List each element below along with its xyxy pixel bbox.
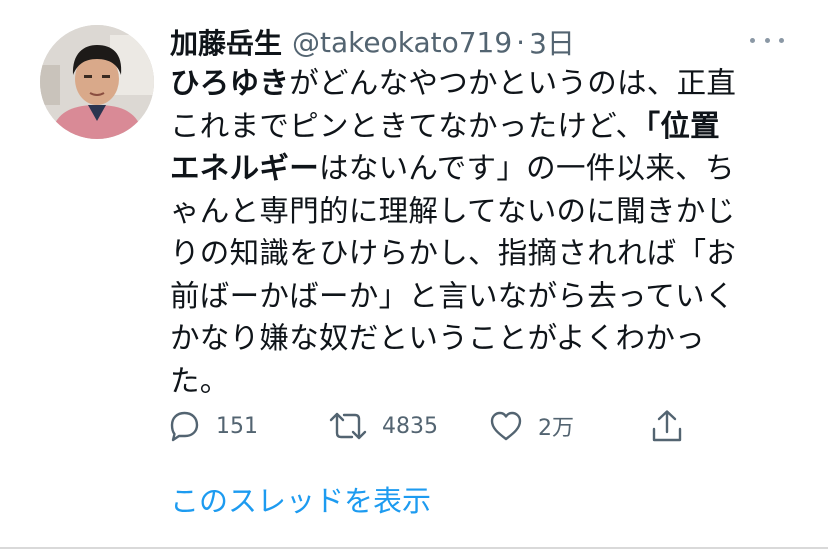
tweet-text-bold: エネルギー [170, 151, 320, 185]
tweet-text-segment: かなり嫌な奴だということがよくわかっ [170, 321, 705, 355]
tweet-text-line: エネルギーはないんです」の一件以来、ち [170, 147, 780, 190]
tweet-header: 加藤岳生 @takeokato719 · 3日 [170, 22, 770, 62]
retweet-icon [329, 412, 367, 440]
share-button[interactable] [650, 406, 684, 446]
tweet-text-bold: 「位置 [645, 108, 720, 143]
tweet-text-segment: がどんなやつかというのは、正直 [289, 66, 737, 100]
author-name[interactable]: 加藤岳生 [170, 22, 282, 62]
more-dot [750, 37, 755, 43]
reply-count: 151 [216, 413, 258, 439]
tweet-text-line: りの知識をひけらかし、指摘されれば「お [170, 232, 780, 275]
show-thread-link[interactable]: このスレッドを表示 [170, 478, 431, 520]
like-button[interactable]: 2万 [488, 406, 574, 446]
tweet-text-segment: りの知識をひけらかし、指摘されれば「お [170, 236, 737, 270]
reply-icon [170, 411, 199, 442]
more-dot [764, 37, 770, 43]
tweet-text-line: ひろゆきがどんなやつかというのは、正直 [170, 62, 780, 105]
separator-dot: · [516, 25, 526, 59]
tweet-text-segment: はないんです」の一件以来、ち [319, 151, 735, 185]
tweet-text-line: ゃんと専門的に理解してないのに聞きかじ [170, 190, 780, 233]
reply-button[interactable]: 151 [166, 406, 258, 446]
tweet-text-segment: ゃんと専門的に理解してないのに聞きかじ [170, 193, 736, 228]
tweet-text-line: これまでピンときてなかったけど、「位置 [170, 105, 780, 148]
tweet-text-segment: 前ばーかばーか」と言いながら去っていく [170, 278, 735, 313]
like-icon [490, 411, 522, 441]
tweet-timestamp[interactable]: 3日 [529, 22, 575, 62]
tweet-text-line: かなり嫌な奴だということがよくわかっ [170, 317, 780, 360]
tweet-text-segment: た。 [170, 363, 230, 398]
tweet-text-bold: ひろゆき [170, 66, 290, 100]
share-icon [652, 410, 682, 442]
tweet-actions: 151 4835 2万 [166, 406, 706, 446]
more-icon[interactable] [750, 30, 784, 50]
tweet-text-line: た。 [170, 360, 780, 403]
more-dot [779, 37, 784, 43]
tweet-text-line: 前ばーかばーか」と言いながら去っていく [170, 275, 780, 318]
retweet-count: 4835 [382, 413, 438, 439]
avatar[interactable] [40, 25, 154, 139]
like-count: 2万 [538, 416, 574, 441]
retweet-button[interactable]: 4835 [328, 406, 438, 446]
tweet-text-segment: これまでピンときてなかったけど、 [170, 108, 646, 143]
tweet-body: ひろゆきがどんなやつかというのは、正直 これまでピンときてなかったけど、「位置 エネ… [170, 62, 780, 402]
author-handle[interactable]: @takeokato719 [292, 26, 512, 59]
